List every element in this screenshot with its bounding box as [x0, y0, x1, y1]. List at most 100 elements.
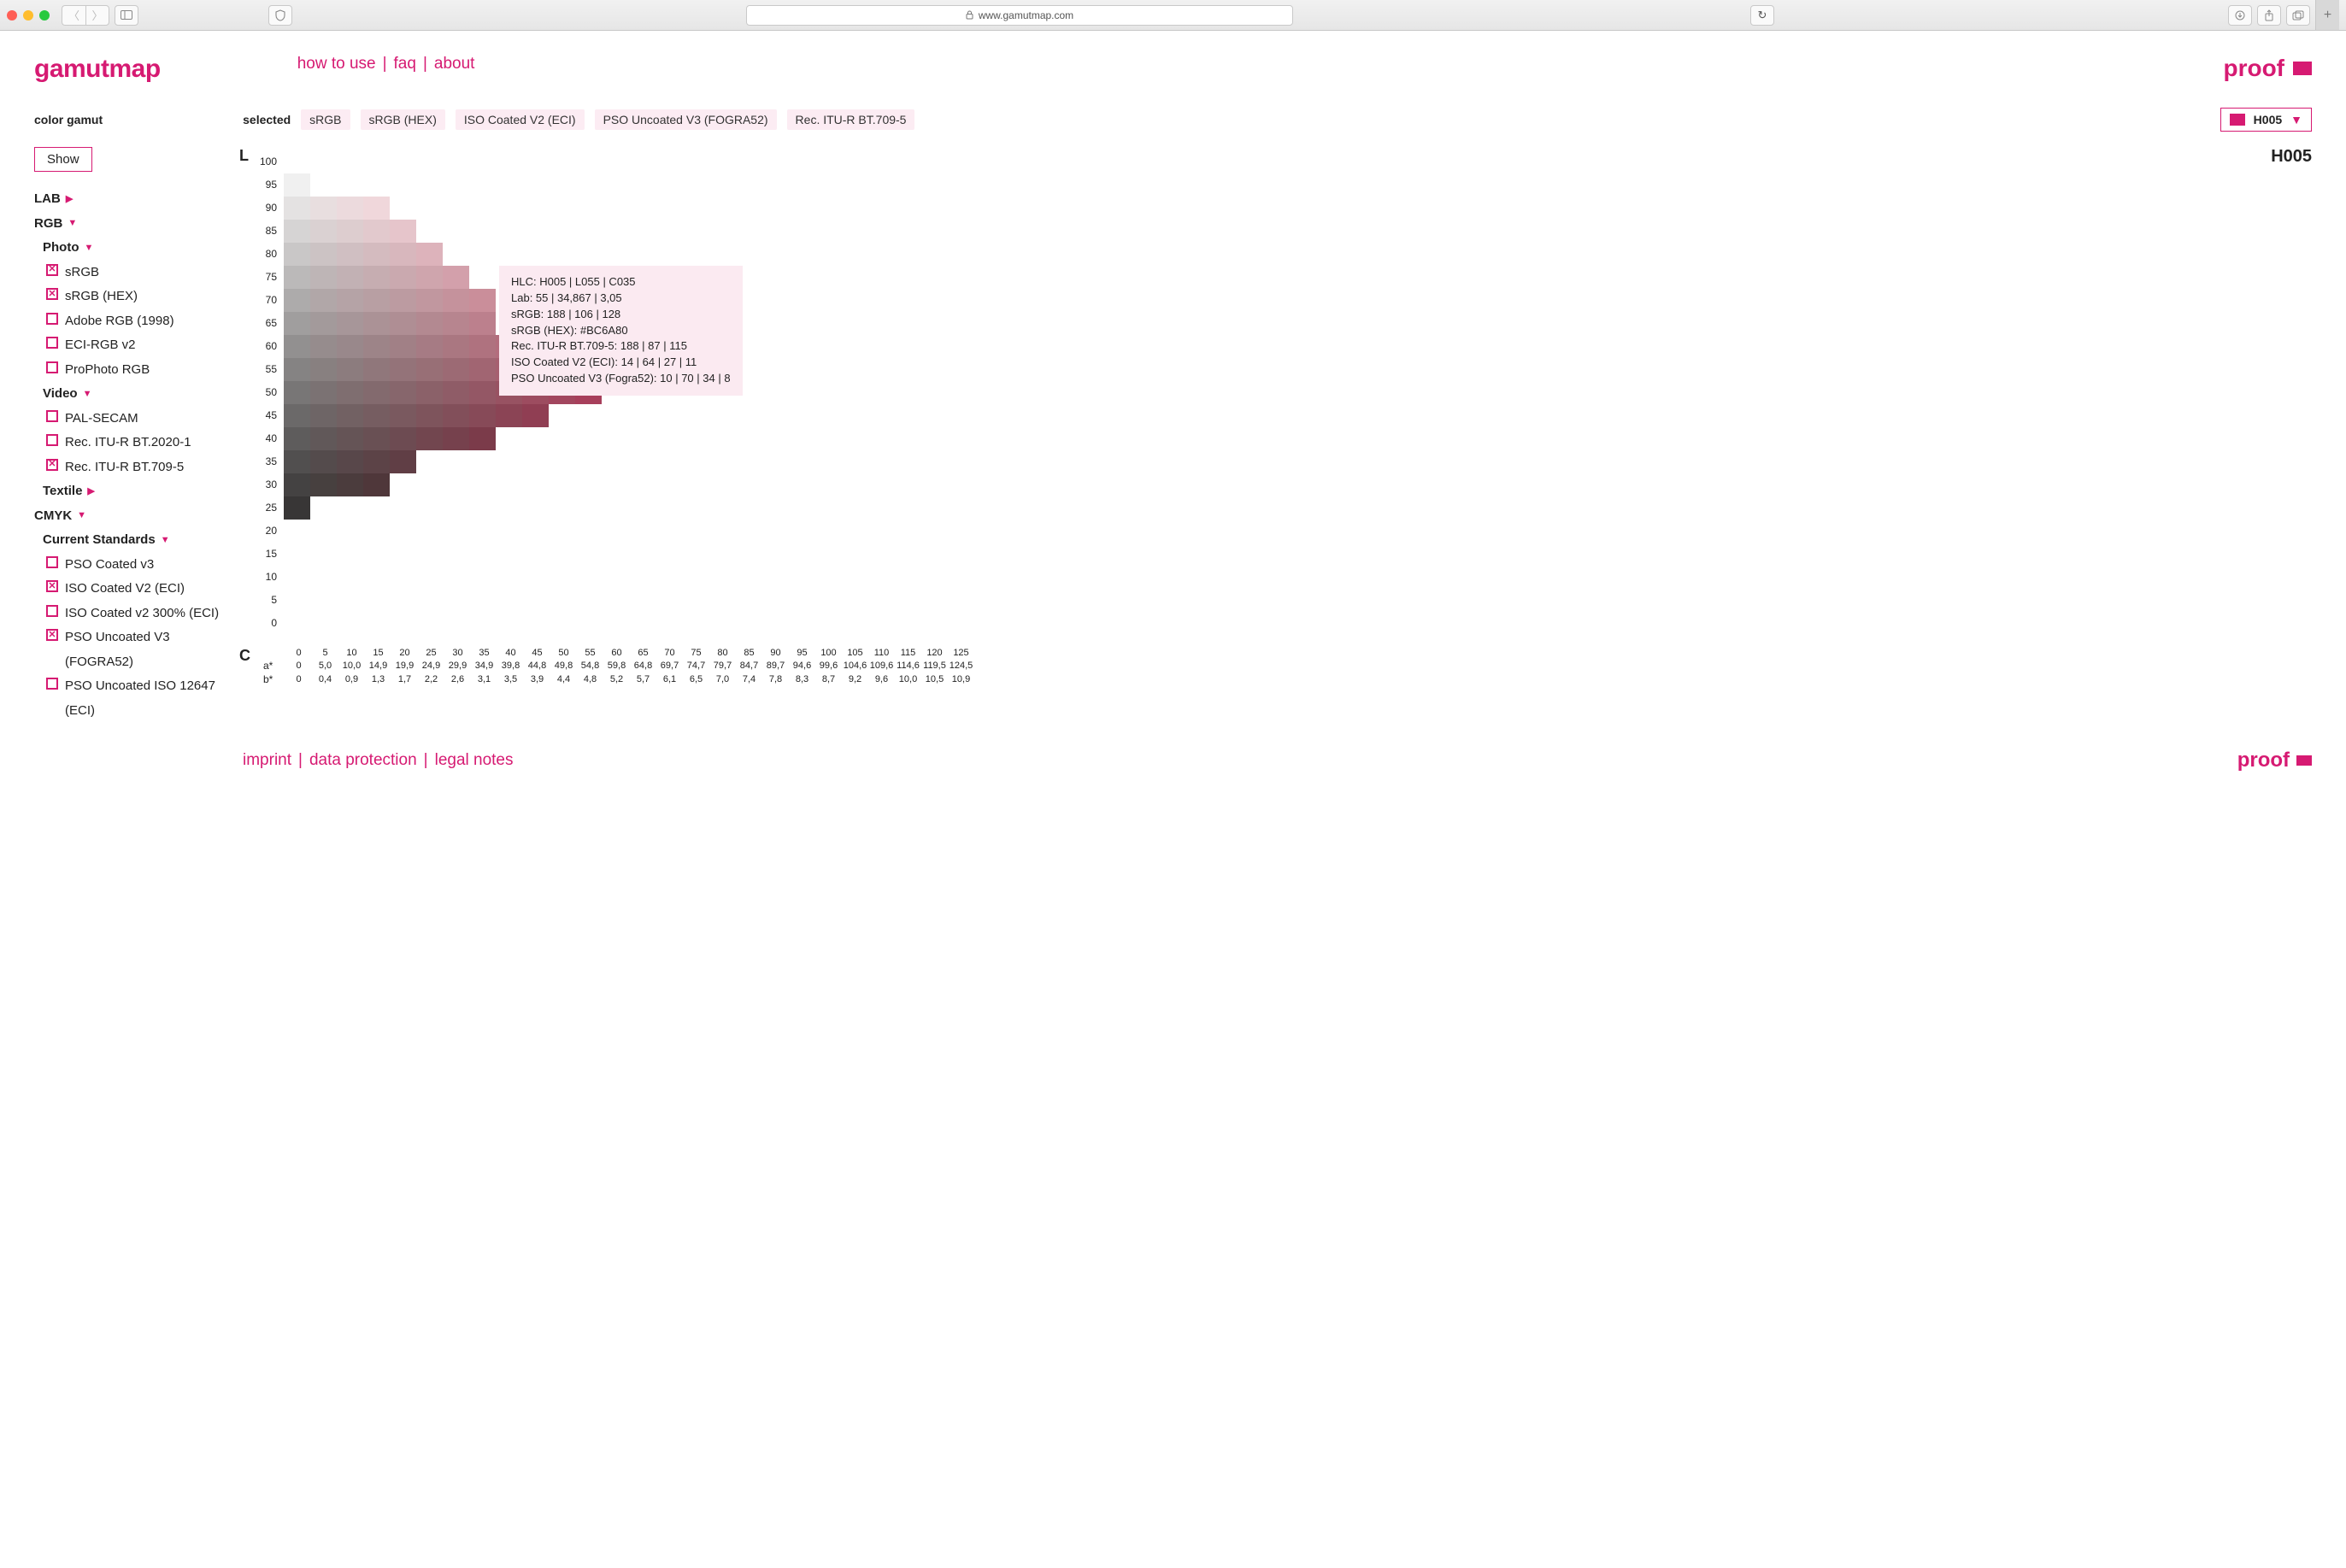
gamut-cell[interactable] — [337, 312, 363, 335]
gamut-cell[interactable] — [390, 312, 416, 335]
gamut-cell[interactable] — [363, 197, 390, 220]
gamut-cell[interactable] — [469, 335, 496, 358]
gamut-cell[interactable] — [310, 358, 337, 381]
downloads-button[interactable] — [2228, 5, 2252, 26]
gamut-cell[interactable] — [363, 450, 390, 473]
gamut-checkbox-item[interactable]: sRGB (HEX) — [46, 285, 231, 309]
proof-logo-footer[interactable]: proof — [2237, 749, 2312, 772]
minimize-window-icon[interactable] — [23, 10, 33, 21]
gamut-checkbox-item[interactable]: ISO Coated v2 300% (ECI) — [46, 602, 231, 626]
gamut-cell[interactable] — [363, 312, 390, 335]
gamut-cell[interactable] — [443, 266, 469, 289]
gamut-cell[interactable] — [284, 381, 310, 404]
gamut-cell[interactable] — [416, 358, 443, 381]
reload-button[interactable]: ↻ — [1750, 5, 1774, 26]
gamut-cell[interactable] — [310, 450, 337, 473]
gamut-cell[interactable] — [390, 266, 416, 289]
tree-rgb-video[interactable]: Video▼ — [43, 382, 231, 407]
gamut-cell[interactable] — [284, 173, 310, 197]
tree-rgb-photo[interactable]: Photo▼ — [43, 236, 231, 261]
gamut-cell[interactable] — [469, 404, 496, 427]
gamut-cell[interactable] — [522, 404, 549, 427]
zoom-window-icon[interactable] — [39, 10, 50, 21]
gamut-cell[interactable] — [363, 473, 390, 496]
gamut-cell[interactable] — [443, 427, 469, 450]
gamut-cell[interactable] — [310, 243, 337, 266]
close-window-icon[interactable] — [7, 10, 17, 21]
gamut-cell[interactable] — [390, 243, 416, 266]
footer-legal-notes[interactable]: legal notes — [435, 751, 514, 770]
checkbox-icon[interactable] — [46, 288, 58, 300]
gamut-cell[interactable] — [469, 427, 496, 450]
gamut-cell[interactable] — [337, 450, 363, 473]
gamut-cell[interactable] — [337, 381, 363, 404]
checkbox-icon[interactable] — [46, 605, 58, 617]
gamut-cell[interactable] — [337, 358, 363, 381]
gamut-cell[interactable] — [443, 312, 469, 335]
gamut-cell[interactable] — [337, 335, 363, 358]
hue-selector[interactable]: H005 ▼ — [2220, 108, 2312, 132]
gamut-cell[interactable] — [469, 312, 496, 335]
gamut-cell[interactable] — [284, 220, 310, 243]
gamut-cell[interactable] — [310, 335, 337, 358]
gamut-cell[interactable] — [416, 381, 443, 404]
gamut-checkbox-item[interactable]: Rec. ITU-R BT.2020-1 — [46, 431, 231, 455]
gamut-cell[interactable] — [337, 220, 363, 243]
gamut-cell[interactable] — [416, 404, 443, 427]
gamut-cell[interactable] — [363, 427, 390, 450]
gamut-cell[interactable] — [284, 496, 310, 520]
privacy-report-button[interactable] — [268, 5, 292, 26]
gamut-cell[interactable] — [363, 381, 390, 404]
gamut-cell[interactable] — [310, 289, 337, 312]
checkbox-icon[interactable] — [46, 459, 58, 471]
footer-imprint[interactable]: imprint — [243, 751, 291, 770]
gamut-cell[interactable] — [310, 404, 337, 427]
gamut-cell[interactable] — [337, 243, 363, 266]
new-tab-button[interactable]: + — [2315, 0, 2339, 30]
nav-about[interactable]: about — [434, 55, 475, 73]
gamut-cell[interactable] — [469, 381, 496, 404]
site-logo[interactable]: gamutmap — [34, 55, 161, 84]
gamut-cell[interactable] — [443, 404, 469, 427]
gamut-cell[interactable] — [284, 450, 310, 473]
gamut-checkbox-item[interactable]: Adobe RGB (1998) — [46, 309, 231, 334]
share-button[interactable] — [2257, 5, 2281, 26]
checkbox-icon[interactable] — [46, 556, 58, 568]
gamut-cell[interactable] — [337, 473, 363, 496]
gamut-cell[interactable] — [443, 335, 469, 358]
gamut-cell[interactable] — [469, 289, 496, 312]
gamut-cell[interactable] — [310, 427, 337, 450]
gamut-cell[interactable] — [390, 427, 416, 450]
checkbox-icon[interactable] — [46, 629, 58, 641]
gamut-cell[interactable] — [390, 289, 416, 312]
gamut-cell[interactable] — [363, 243, 390, 266]
gamut-cell[interactable] — [390, 220, 416, 243]
gamut-cell[interactable] — [310, 266, 337, 289]
gamut-cell[interactable] — [337, 427, 363, 450]
tree-lab[interactable]: LAB▶ — [34, 187, 231, 212]
sidebar-toggle-button[interactable] — [115, 5, 138, 26]
gamut-cell[interactable] — [416, 427, 443, 450]
gamut-cell[interactable] — [390, 335, 416, 358]
gamut-cell[interactable] — [443, 358, 469, 381]
back-button[interactable]: 〈 — [62, 5, 85, 26]
gamut-cell[interactable] — [443, 289, 469, 312]
gamut-cell[interactable] — [310, 197, 337, 220]
checkbox-icon[interactable] — [46, 580, 58, 592]
gamut-cell[interactable] — [363, 404, 390, 427]
gamut-cell[interactable] — [390, 381, 416, 404]
gamut-cell[interactable] — [416, 312, 443, 335]
tree-rgb[interactable]: RGB▼ — [34, 212, 231, 237]
gamut-cell[interactable] — [310, 381, 337, 404]
gamut-cell[interactable] — [363, 266, 390, 289]
checkbox-icon[interactable] — [46, 313, 58, 325]
gamut-cell[interactable] — [390, 450, 416, 473]
gamut-cell[interactable] — [337, 197, 363, 220]
gamut-cell[interactable] — [284, 266, 310, 289]
gamut-checkbox-item[interactable]: PSO Uncoated ISO 12647 (ECI) — [46, 674, 231, 723]
proof-logo[interactable]: proof — [2223, 55, 2312, 82]
gamut-cell[interactable] — [416, 266, 443, 289]
checkbox-icon[interactable] — [46, 678, 58, 690]
gamut-cell[interactable] — [337, 289, 363, 312]
gamut-checkbox-item[interactable]: PSO Coated v3 — [46, 553, 231, 578]
